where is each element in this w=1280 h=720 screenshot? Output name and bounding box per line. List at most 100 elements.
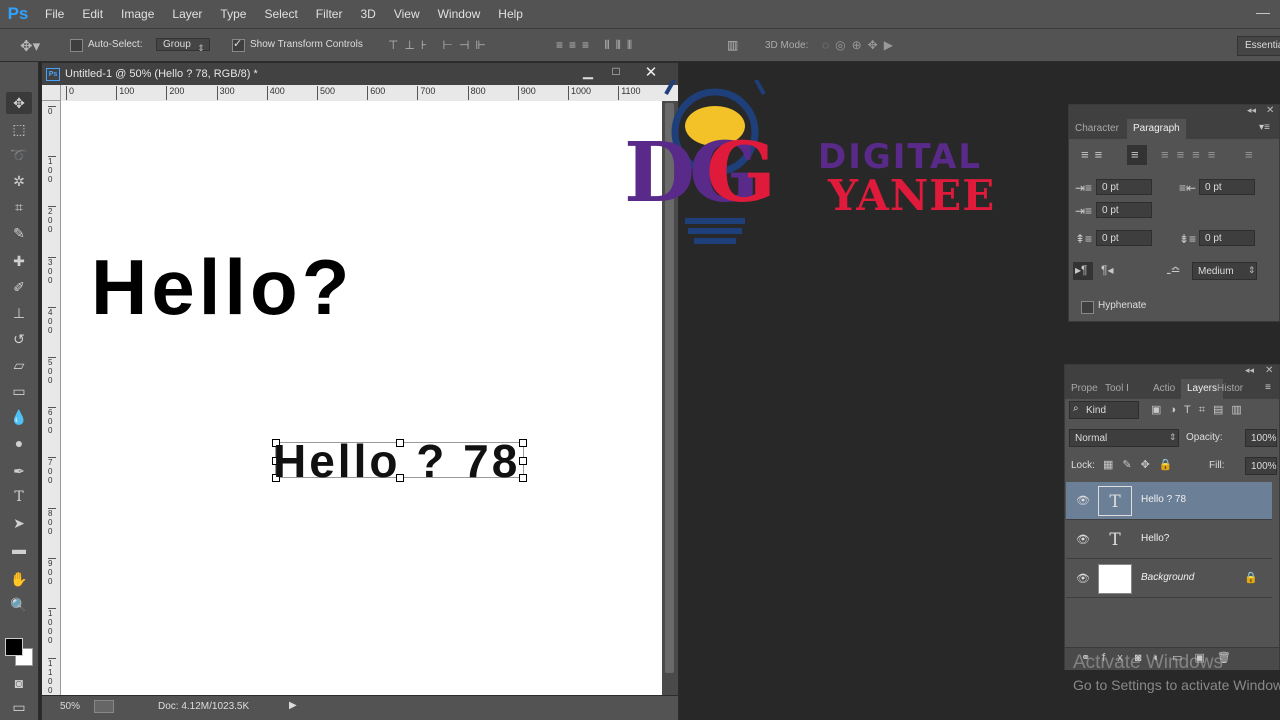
- layer-name[interactable]: Hello?: [1141, 533, 1169, 544]
- show-transform-checkbox[interactable]: [232, 37, 245, 52]
- gradient-tool-icon[interactable]: ▭: [6, 380, 32, 402]
- layer-name[interactable]: Hello ? 78: [1141, 494, 1186, 505]
- menu-type[interactable]: Type: [211, 0, 255, 28]
- visibility-eye-icon[interactable]: 👁: [1076, 533, 1090, 546]
- shape-tool-icon[interactable]: ▬: [6, 538, 32, 560]
- menu-help[interactable]: Help: [489, 0, 532, 28]
- ruler-origin[interactable]: [42, 85, 61, 101]
- ruler-tick-label: 900: [517, 86, 536, 100]
- visibility-eye-icon[interactable]: 👁: [1076, 572, 1090, 585]
- path-selection-tool-icon[interactable]: ➤: [6, 512, 32, 534]
- composer-dropdown-arrow-icon[interactable]: ⇕: [1248, 265, 1256, 276]
- status-preview-icon[interactable]: [94, 700, 114, 713]
- panel-menu-icon[interactable]: ≡: [1265, 382, 1271, 393]
- magic-wand-tool-icon[interactable]: ✲: [6, 170, 32, 192]
- vertical-ruler[interactable]: 0 100 200 300 400 500 600 700 800 900 1000 1100: [42, 101, 61, 695]
- 3d-mode-icons[interactable]: ◌◎⊕✥▶: [822, 38, 899, 52]
- document-title: Untitled-1 @ 50% (Hello ? 78, RGB/8) *: [65, 68, 258, 80]
- indent-first-line-field[interactable]: 0 pt: [1096, 202, 1152, 218]
- horizontal-ruler[interactable]: 0 100 200 300 400 500 600 700 800 900 1000 1100: [61, 85, 678, 102]
- menu-filter[interactable]: Filter: [307, 0, 352, 28]
- menu-edit[interactable]: Edit: [73, 0, 112, 28]
- align-buttons[interactable]: ⊤⊥⊦ ⊢⊣⊩: [388, 38, 492, 52]
- align-left-center-right-icons[interactable]: ≡≡: [1081, 147, 1108, 162]
- dodge-tool-icon[interactable]: ●: [6, 432, 32, 454]
- eraser-tool-icon[interactable]: ▱: [6, 354, 32, 376]
- workspace-switcher[interactable]: Essentials: [1237, 36, 1280, 56]
- tab-paragraph[interactable]: Paragraph: [1127, 119, 1186, 139]
- marquee-tool-icon[interactable]: ⬚: [6, 118, 32, 140]
- menu-3d[interactable]: 3D: [351, 0, 384, 28]
- quick-mask-icon[interactable]: ◙: [6, 672, 32, 694]
- auto-align-icon[interactable]: ▥: [727, 38, 738, 52]
- panel-menu-icon[interactable]: ▾≡: [1259, 122, 1270, 133]
- indent-right-field[interactable]: 0 pt: [1199, 179, 1255, 195]
- document-minimize-icon[interactable]: ▁: [574, 64, 602, 82]
- layer-row-background[interactable]: 👁 Background 🔒: [1066, 560, 1272, 598]
- hyphenate-checkbox[interactable]: [1081, 301, 1094, 314]
- ltr-direction-icon[interactable]: ▸¶: [1075, 263, 1087, 277]
- screen-mode-icon[interactable]: ▭: [6, 696, 32, 718]
- panel-collapse-icon[interactable]: ◂◂: [1245, 365, 1254, 376]
- visibility-eye-icon[interactable]: 👁: [1076, 494, 1090, 507]
- ruler-tick-label: 400: [266, 86, 285, 100]
- clone-stamp-tool-icon[interactable]: ⊥: [6, 302, 32, 324]
- layer-name[interactable]: Background: [1141, 572, 1194, 583]
- toolbox: ✥ ⬚ ➰ ✲ ⌗ ✎ ✚ ✐ ⊥ ↺ ▱ ▭ 💧 ● ✒ T ➤ ▬ ✋ 🔍 …: [0, 62, 39, 720]
- space-after-field[interactable]: 0 pt: [1199, 230, 1255, 246]
- text-layer-hello-78[interactable]: Hello ? 78: [273, 438, 520, 484]
- distribute-buttons[interactable]: ≡≡≡ ⦀⦀⦀: [556, 38, 638, 53]
- auto-select-checkbox[interactable]: [70, 39, 83, 52]
- layer-row-hello[interactable]: 👁 T Hello?: [1066, 521, 1272, 559]
- rtl-direction-icon[interactable]: ¶◂: [1101, 263, 1113, 277]
- panel-close-icon[interactable]: ✕: [1266, 105, 1274, 116]
- menu-view[interactable]: View: [385, 0, 429, 28]
- blend-mode-arrow-icon[interactable]: ⇕: [1169, 432, 1177, 443]
- move-tool-icon[interactable]: ✥: [6, 92, 32, 114]
- move-tool-preset-icon[interactable]: ✥▾: [20, 37, 40, 55]
- zoom-tool-icon[interactable]: 🔍: [6, 594, 32, 616]
- menu-select[interactable]: Select: [255, 0, 306, 28]
- menu-window[interactable]: Window: [429, 0, 490, 28]
- minimize-app-icon[interactable]: —: [1256, 4, 1270, 20]
- lock-icons[interactable]: ▦✎✥🔒: [1103, 458, 1182, 471]
- crop-tool-icon[interactable]: ⌗: [6, 196, 32, 218]
- history-brush-tool-icon[interactable]: ↺: [6, 328, 32, 350]
- align-right-icon[interactable]: ≡: [1131, 147, 1139, 162]
- opacity-field[interactable]: 100%: [1245, 429, 1277, 447]
- text-layer-hello[interactable]: Hello?: [91, 247, 353, 327]
- layer-row-hello-78[interactable]: 👁 T Hello ? 78: [1066, 482, 1272, 520]
- blend-mode-dropdown[interactable]: Normal: [1069, 429, 1179, 447]
- panel-close-icon[interactable]: ✕: [1265, 365, 1273, 376]
- blur-tool-icon[interactable]: 💧: [6, 406, 32, 428]
- zoom-level[interactable]: 50%: [60, 701, 80, 712]
- menu-layer[interactable]: Layer: [163, 0, 211, 28]
- canvas[interactable]: Hello? Hello ? 78: [61, 101, 662, 695]
- status-menu-arrow-icon[interactable]: ▶: [289, 700, 297, 711]
- indent-left-field[interactable]: 0 pt: [1096, 179, 1152, 195]
- lasso-tool-icon[interactable]: ➰: [6, 144, 32, 166]
- tab-tool-presets[interactable]: Tool I: [1099, 379, 1135, 399]
- brush-tool-icon[interactable]: ✐: [6, 276, 32, 298]
- hand-tool-icon[interactable]: ✋: [6, 568, 32, 590]
- tab-actions[interactable]: Actio: [1147, 379, 1181, 399]
- tab-history[interactable]: Histor: [1211, 379, 1249, 399]
- type-tool-icon[interactable]: T: [6, 486, 32, 508]
- eyedropper-tool-icon[interactable]: ✎: [6, 222, 32, 244]
- panel-collapse-icon[interactable]: ◂◂: [1247, 105, 1256, 116]
- auto-select-dropdown[interactable]: Group: [156, 38, 210, 51]
- tab-properties[interactable]: Prope: [1065, 379, 1104, 399]
- foreground-color-swatch-front: [5, 638, 23, 656]
- document-title-bar[interactable]: Ps Untitled-1 @ 50% (Hello ? 78, RGB/8) …: [42, 63, 678, 85]
- pen-tool-icon[interactable]: ✒: [6, 460, 32, 482]
- justify-all-icon[interactable]: ≡: [1245, 147, 1253, 162]
- justify-icons[interactable]: ≡≡≡≡: [1161, 147, 1223, 162]
- tab-character[interactable]: Character: [1069, 119, 1125, 139]
- menu-file[interactable]: File: [36, 0, 73, 28]
- layer-filter-icons[interactable]: ▣◑T⌗▤▥: [1151, 403, 1250, 417]
- space-before-field[interactable]: 0 pt: [1096, 230, 1152, 246]
- healing-brush-tool-icon[interactable]: ✚: [6, 250, 32, 272]
- menu-image[interactable]: Image: [112, 0, 163, 28]
- fill-field[interactable]: 100%: [1245, 457, 1277, 475]
- layer-filter-kind[interactable]: Kind: [1069, 401, 1139, 419]
